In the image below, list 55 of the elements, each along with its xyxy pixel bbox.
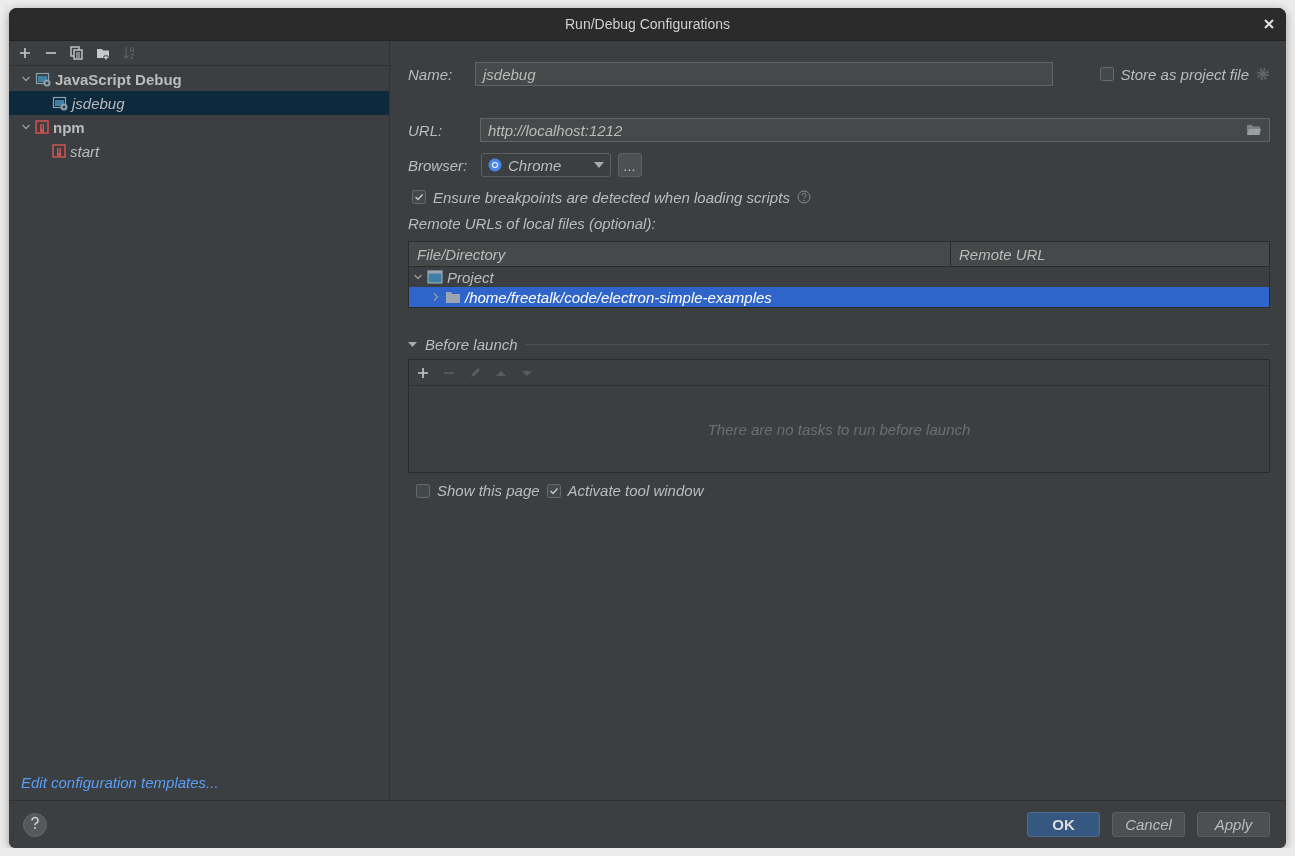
checkbox[interactable] [416,483,430,498]
name-field[interactable]: jsdebug [475,62,1053,86]
browser-icon [488,158,502,172]
checked-checkbox[interactable] [546,483,561,498]
remote-urls-label: Remote URLs of local files (optional): [408,215,656,234]
chevron-down-icon[interactable] [21,74,31,84]
folder-plus-icon[interactable] [96,46,110,60]
browse-button[interactable]: ... [618,153,642,177]
chevron-down-icon[interactable] [21,122,31,132]
plus-icon[interactable] [416,365,430,380]
url-field[interactable]: http://localhost:1212 [480,118,1270,142]
help-button[interactable] [23,812,47,837]
file-path-cell: Project [447,268,494,286]
plus-icon[interactable] [18,46,32,60]
debug-config-icon [52,95,68,111]
checked-checkbox[interactable] [412,190,426,204]
gear-icon[interactable] [1256,67,1270,81]
module-icon [427,270,443,284]
column-header[interactable]: Remote URL [950,241,1270,267]
tree-item[interactable]: jsdebug [9,91,389,115]
ensure-breakpoints-label[interactable]: Ensure breakpoints are detected when loading scripts [433,188,790,206]
tree-item[interactable]: start [9,139,389,163]
window-title: Run/Debug Configurations [565,16,730,32]
dialog-button[interactable]: OK [1027,812,1100,837]
folder-icon [445,290,461,304]
debug-config-icon [35,71,51,87]
activate-tool-window-label[interactable]: Activate tool window [567,482,704,499]
help-icon [30,816,40,830]
close-icon[interactable] [1264,19,1274,29]
edit-templates-link[interactable]: Edit configuration templates... [21,774,219,791]
browser-label: Browser: [408,156,468,174]
tree-item[interactable]: npm [9,115,389,139]
before-launch-label[interactable]: Before launch [425,335,518,353]
table-row[interactable]: Project [409,267,1269,287]
triangle-down-icon[interactable] [408,339,417,349]
npm-icon [52,144,66,158]
copy-icon[interactable] [70,46,84,60]
folder-icon[interactable] [1246,124,1262,136]
npm-icon [35,120,49,134]
help-icon[interactable] [796,190,811,204]
show-this-page-label[interactable]: Show this page [437,482,540,499]
caret-down-icon [594,162,604,168]
column-header[interactable]: File/Directory [408,241,951,267]
chevron-right-icon[interactable] [431,292,441,302]
url-label: URL: [408,121,443,139]
dialog-button[interactable]: Cancel [1112,812,1185,837]
browser-dropdown[interactable]: Chrome [481,153,611,177]
chevron-down-icon[interactable] [413,272,423,282]
store-as-project-file-label[interactable]: Store as project file [1120,65,1249,83]
name-label: Name: [408,65,453,83]
table-row[interactable]: /home/freetalk/code/electron-simple-examples [409,287,1269,307]
tree-item[interactable]: JavaScript Debug [9,67,389,91]
checkbox[interactable] [1099,67,1114,81]
file-path-cell: /home/freetalk/code/electron-simple-examples [465,288,772,306]
dialog-button[interactable]: Apply [1197,812,1270,837]
